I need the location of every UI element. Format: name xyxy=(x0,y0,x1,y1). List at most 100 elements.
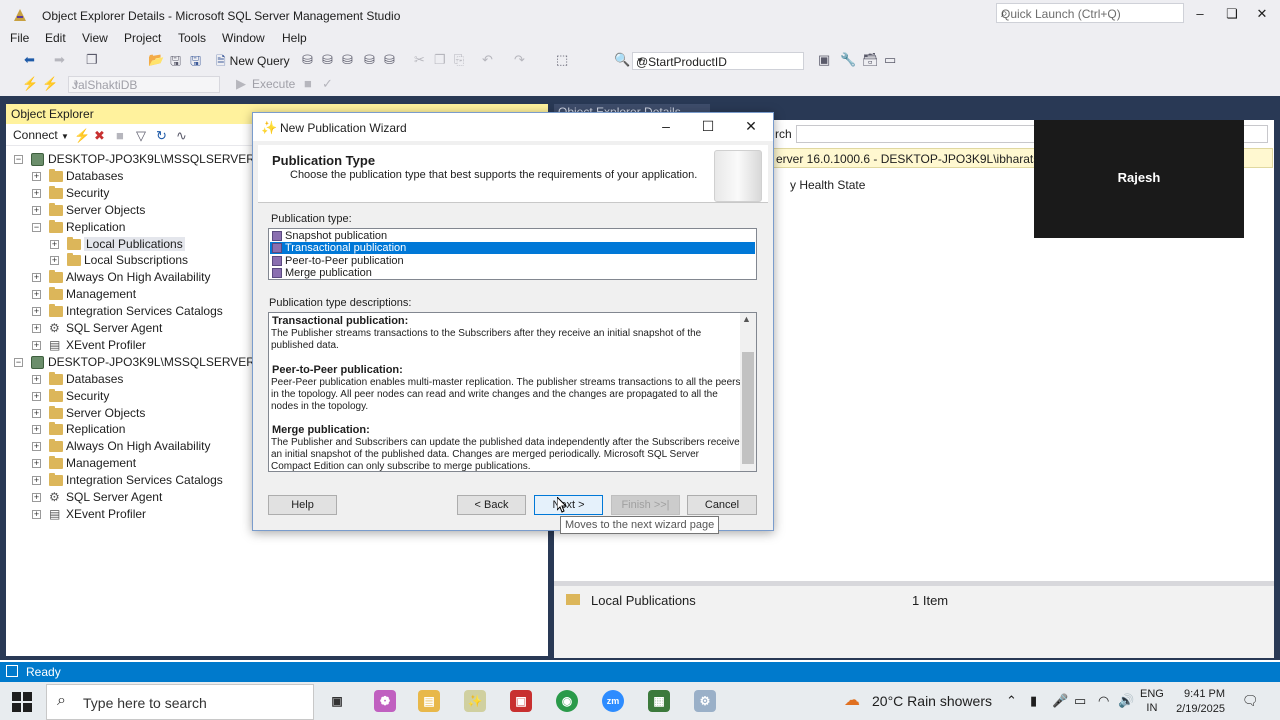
chrome-icon[interactable]: ◉ xyxy=(556,690,578,712)
activity-monitor-icon[interactable]: ⬚ xyxy=(556,52,568,68)
expand-icon[interactable]: + xyxy=(32,409,41,418)
find-icon[interactable]: 🔍 xyxy=(614,52,630,68)
finish-button[interactable]: Finish >>| xyxy=(611,495,680,515)
expand-icon[interactable]: + xyxy=(32,442,41,451)
menu-help[interactable]: Help xyxy=(282,31,307,45)
mdx-query-icon[interactable]: ⛁ xyxy=(322,52,333,68)
properties-icon[interactable]: 🔧 xyxy=(840,52,856,68)
expand-icon[interactable]: + xyxy=(32,476,41,485)
toolbox-icon[interactable]: 🗃 xyxy=(862,52,879,68)
scroll-up-icon[interactable]: ▲ xyxy=(742,314,751,324)
zoom-icon[interactable]: zm xyxy=(602,690,624,712)
new-project-icon[interactable]: ❐ xyxy=(86,52,98,68)
new-query-button[interactable]: 🗎 New Query xyxy=(216,52,290,70)
wifi-icon[interactable]: ◠ xyxy=(1098,693,1109,709)
collapse-icon[interactable]: − xyxy=(14,155,23,164)
undo-icon[interactable]: ↶ xyxy=(482,52,493,68)
clock[interactable]: 9:41 PM 2/19/2025 xyxy=(1175,687,1225,717)
weather-text[interactable]: 20°C Rain showers xyxy=(872,693,992,709)
health-state-column-header[interactable]: y Health State xyxy=(790,178,865,192)
volume-icon[interactable]: 🔊 xyxy=(1118,693,1134,709)
close-button[interactable]: ✕ xyxy=(1252,6,1272,22)
help-button[interactable]: Help xyxy=(268,495,337,515)
open-file-icon[interactable]: 📂 xyxy=(148,52,164,68)
copy-icon[interactable]: ❐ xyxy=(434,52,446,68)
publication-type-option[interactable]: Snapshot publication xyxy=(270,230,755,242)
save-icon[interactable]: 🖫 xyxy=(170,52,181,74)
connect-dropdown[interactable]: Connect ▼ xyxy=(13,128,69,142)
taskbar-search-box[interactable]: ⌕ Type here to search xyxy=(46,684,314,720)
battery-icon[interactable]: ▭ xyxy=(1074,693,1086,709)
parameter-combo[interactable]: @StartProductID ▼ xyxy=(632,52,804,70)
expand-icon[interactable]: + xyxy=(32,189,41,198)
scrollbar-thumb[interactable] xyxy=(742,352,754,464)
menu-file[interactable]: File xyxy=(10,31,29,45)
xmla-query-icon[interactable]: ⛁ xyxy=(364,52,375,68)
expand-icon[interactable]: + xyxy=(32,493,41,502)
maximize-button[interactable]: ❏ xyxy=(1222,6,1242,22)
output-window-icon[interactable]: ▭ xyxy=(884,52,896,68)
expand-icon[interactable]: + xyxy=(32,510,41,519)
dmx-query-icon[interactable]: ⛁ xyxy=(342,52,353,68)
file-explorer-icon[interactable]: ▤ xyxy=(418,690,440,712)
disconnect-icon[interactable]: ⚡ xyxy=(42,76,58,92)
activity-icon[interactable]: ∿ xyxy=(176,128,187,144)
expand-icon[interactable]: + xyxy=(32,307,41,316)
menu-edit[interactable]: Edit xyxy=(45,31,66,45)
db-engine-query-icon[interactable]: ⛁ xyxy=(302,52,313,68)
network-icon[interactable]: ▮ xyxy=(1030,693,1037,709)
database-combo[interactable]: JalShaktiDB ▼ xyxy=(68,76,220,93)
menu-view[interactable]: View xyxy=(82,31,108,45)
calculator-icon[interactable]: ▦ xyxy=(648,690,670,712)
copilot-icon[interactable]: ❁ xyxy=(374,690,396,712)
menu-project[interactable]: Project xyxy=(124,31,161,45)
app-taskbar-icon[interactable]: ▣ xyxy=(510,690,532,712)
publication-type-option[interactable]: Peer-to-Peer publication xyxy=(270,255,755,267)
expand-icon[interactable]: + xyxy=(32,206,41,215)
publication-type-option[interactable]: Merge publication xyxy=(270,267,755,279)
minimize-button[interactable]: – xyxy=(1190,6,1210,22)
microphone-icon[interactable]: 🎤 xyxy=(1052,693,1068,709)
quick-launch-input[interactable]: Quick Launch (Ctrl+Q) ⌕ xyxy=(996,3,1184,23)
dialog-maximize-button[interactable]: ☐ xyxy=(698,118,718,135)
refresh-icon[interactable]: ↻ xyxy=(156,128,167,144)
redo-icon[interactable]: ↷ xyxy=(514,52,525,68)
expand-icon[interactable]: + xyxy=(32,392,41,401)
disconnect-icon[interactable]: ✖ xyxy=(94,128,105,144)
chevron-up-icon[interactable]: ⌃ xyxy=(1006,693,1017,709)
save-all-icon[interactable]: 🖫 xyxy=(190,52,201,74)
paste-icon[interactable]: ⎘ xyxy=(454,52,464,68)
registered-servers-icon[interactable]: ▣ xyxy=(818,52,830,68)
cancel-button[interactable]: Cancel xyxy=(687,495,757,515)
expand-icon[interactable]: + xyxy=(32,341,41,350)
menu-window[interactable]: Window xyxy=(222,31,265,45)
expand-icon[interactable]: + xyxy=(32,324,41,333)
collapse-icon[interactable]: − xyxy=(14,358,23,367)
expand-icon[interactable]: + xyxy=(50,240,59,249)
back-button[interactable]: < Back xyxy=(457,495,526,515)
dialog-close-button[interactable]: ✕ xyxy=(741,118,761,135)
settings-app-icon[interactable]: ⚙ xyxy=(694,690,716,712)
back-nav-icon[interactable]: ⬅ xyxy=(24,52,35,68)
publication-type-list[interactable]: Snapshot publication Transactional public… xyxy=(268,228,757,280)
notifications-icon[interactable]: 🗨 xyxy=(1242,693,1259,709)
cancel-query-icon[interactable]: ■ xyxy=(304,76,312,91)
windows-start-icon[interactable] xyxy=(12,692,32,712)
filter-icon[interactable]: ▽ xyxy=(136,128,146,144)
publication-type-option[interactable]: Transactional publication xyxy=(270,242,755,255)
ssms-taskbar-icon[interactable]: ✨ xyxy=(464,690,486,712)
dax-query-icon[interactable]: ⛁ xyxy=(384,52,395,68)
stop-icon[interactable]: ■ xyxy=(116,128,124,143)
connect-icon[interactable]: ⚡ xyxy=(22,76,38,92)
parse-icon[interactable]: ✓ xyxy=(322,76,333,92)
execute-button-label[interactable]: Execute xyxy=(252,77,295,91)
dialog-minimize-button[interactable]: – xyxy=(656,118,676,134)
cut-icon[interactable]: ✂ xyxy=(414,52,425,68)
connect-object-explorer-icon[interactable]: ⚡ xyxy=(74,128,90,144)
expand-icon[interactable]: + xyxy=(32,273,41,282)
forward-nav-icon[interactable]: ➡ xyxy=(54,52,65,68)
next-button[interactable]: Next > xyxy=(534,495,603,515)
collapse-icon[interactable]: − xyxy=(32,223,41,232)
expand-icon[interactable]: + xyxy=(32,425,41,434)
expand-icon[interactable]: + xyxy=(32,290,41,299)
